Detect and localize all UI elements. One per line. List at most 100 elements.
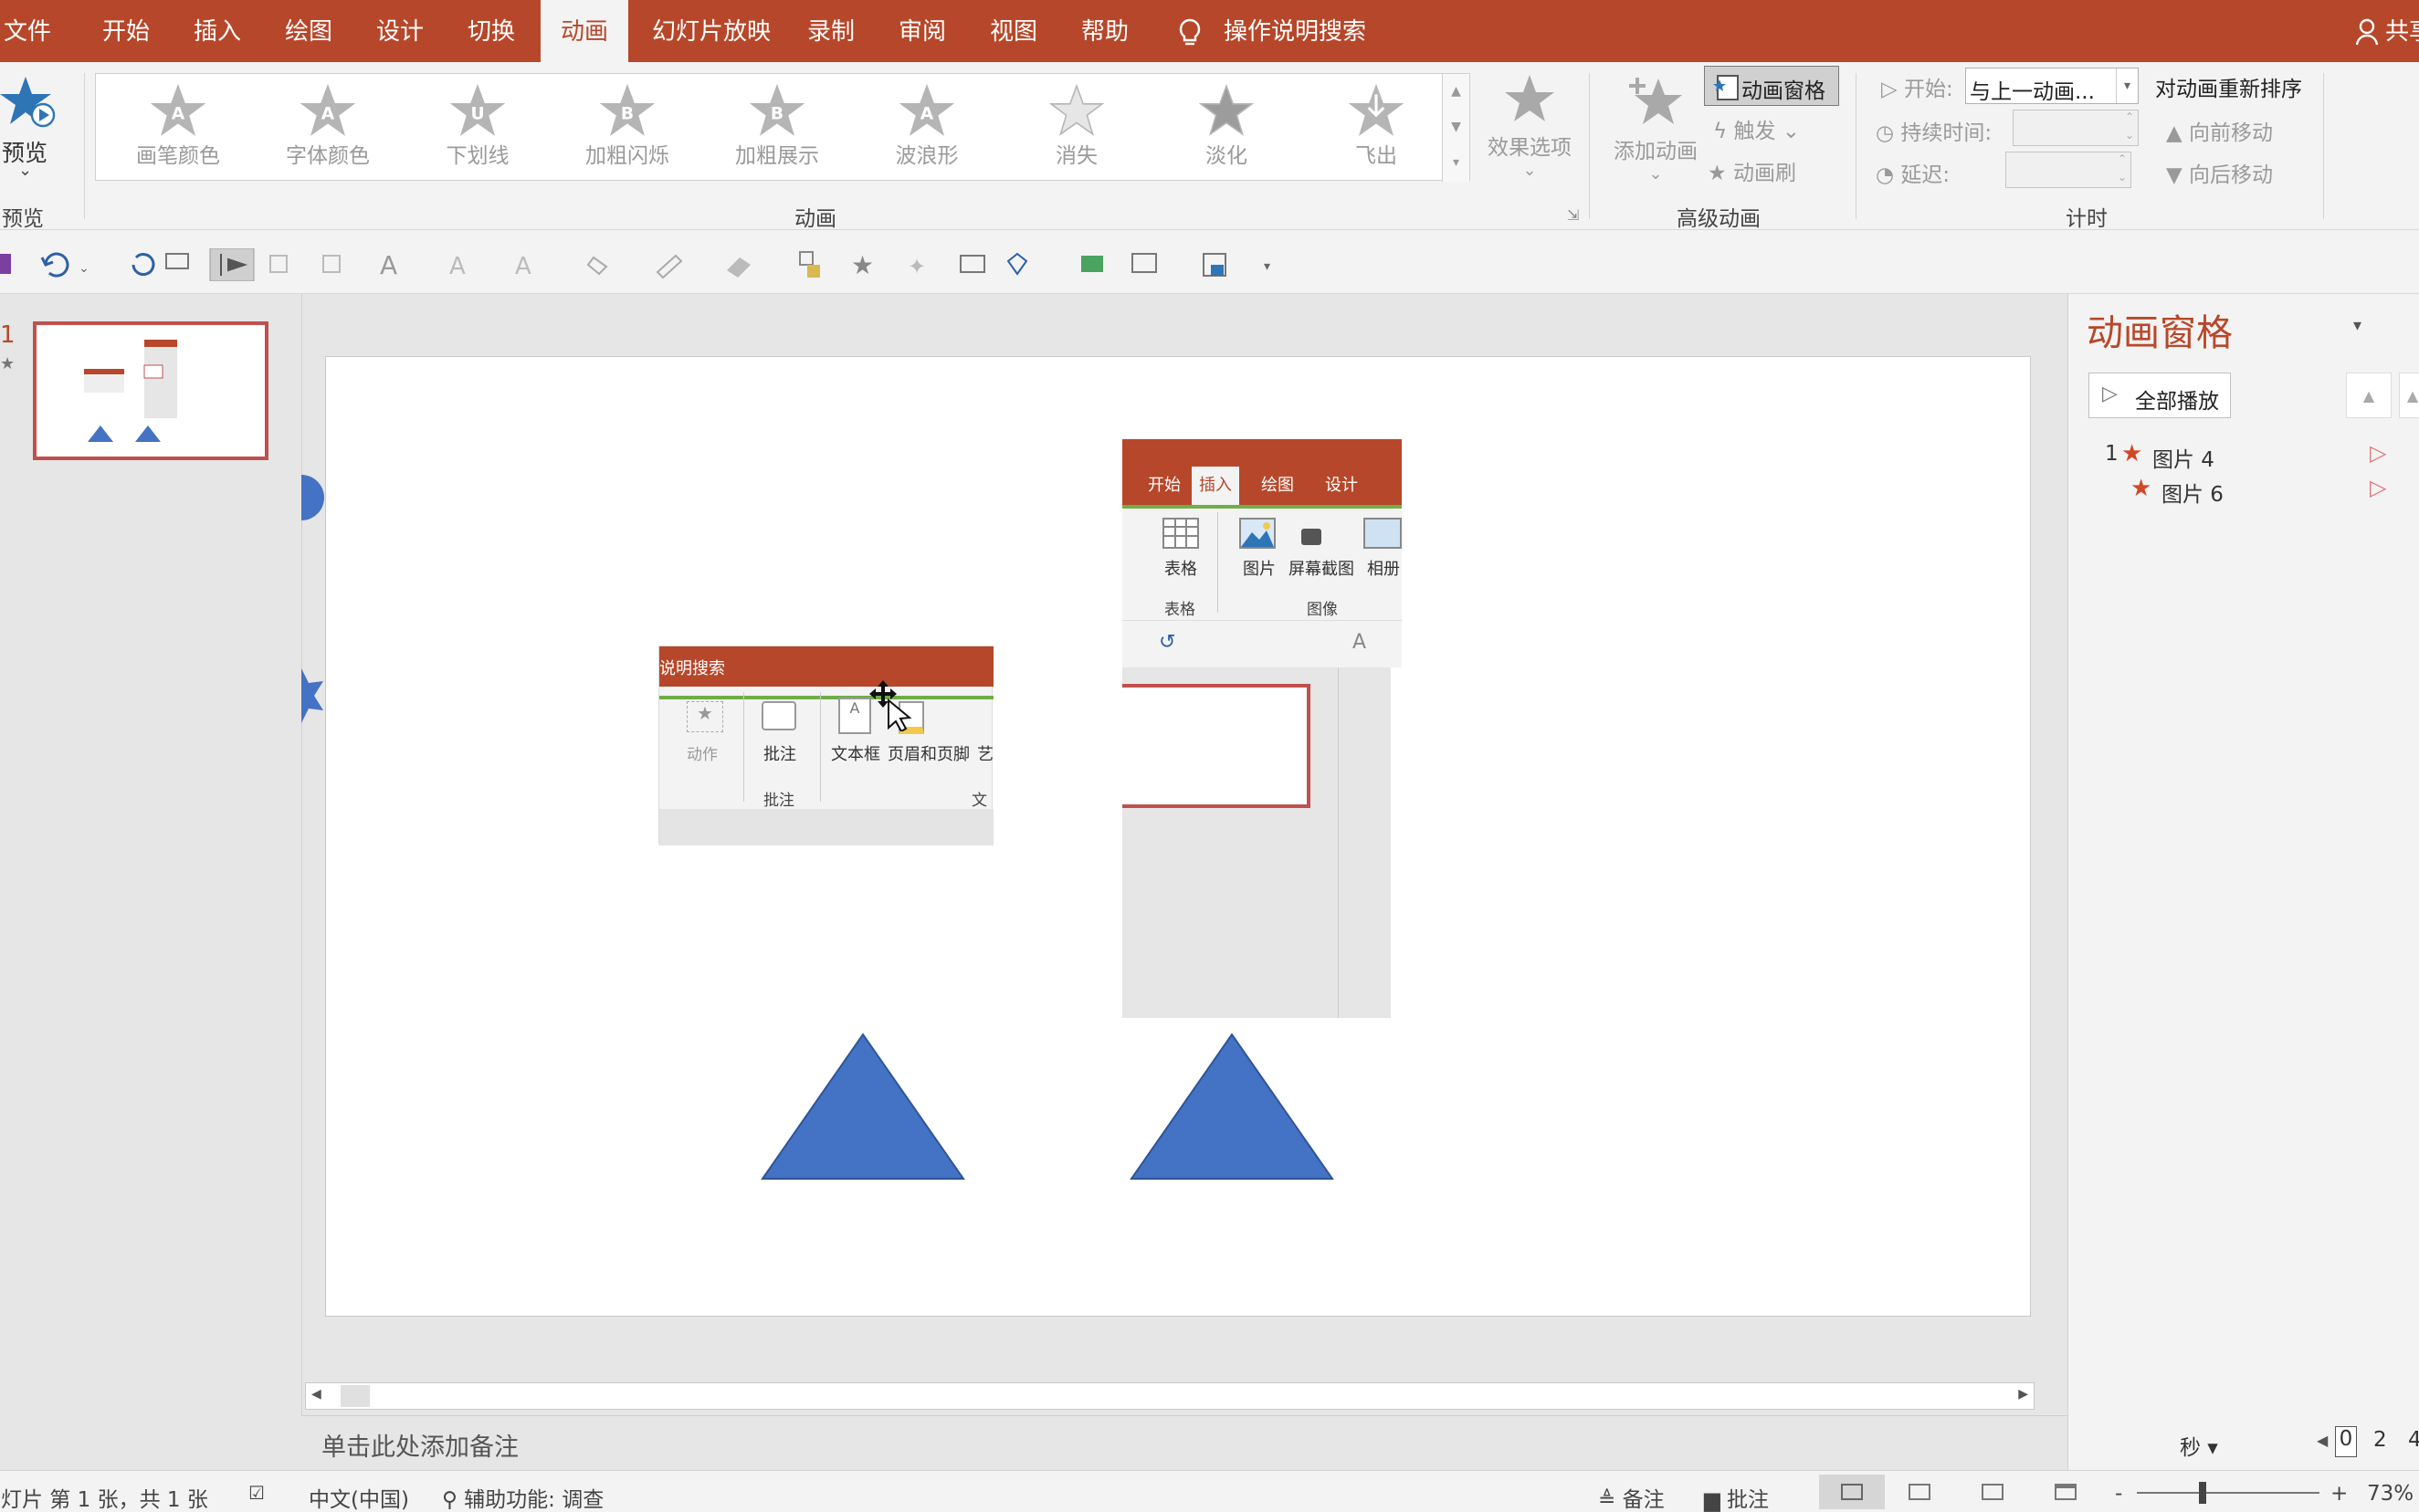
zoom-out-button[interactable]: - [2115, 1482, 2122, 1506]
gallery-item[interactable]: B 加粗闪烁 [554, 79, 700, 180]
move-up-icon[interactable]: ▲ [2346, 373, 2392, 418]
slide-canvas[interactable]: 说明搜索 ★ 动作 批注 A 文本框 页眉和页脚 艺 批注 文本 开始插入 绘图 设… [325, 356, 2031, 1317]
effect-options-star-icon [1505, 75, 1554, 121]
notes-pane[interactable]: 单击此处添加备注 [301, 1415, 2067, 1470]
tab-insert[interactable]: 插入 [194, 0, 241, 62]
gallery-item[interactable]: 消失 [1004, 79, 1150, 180]
tab-design[interactable]: 设计 [376, 0, 424, 62]
reading-view-icon[interactable] [1982, 1484, 2004, 1500]
spin-down-icon[interactable]: ⌄ [2118, 171, 2127, 184]
shot-textbox: 文本框 [831, 745, 880, 764]
animation-item[interactable]: ★ 图片 6 ▷ [2105, 475, 2415, 508]
tab-file[interactable]: 文件 [4, 0, 51, 62]
chevron-down-icon[interactable]: ▾ [2116, 68, 2138, 103]
animation-item-name: 图片 6 [2161, 483, 2224, 507]
preview-star-icon[interactable] [0, 75, 58, 130]
seconds-dropdown[interactable]: 秒 ▾ [2180, 1430, 2218, 1461]
clock-icon: ◷ [1876, 121, 1895, 145]
from-beginning-icon[interactable] [165, 253, 189, 269]
tab-view[interactable]: 视图 [990, 0, 1037, 62]
gallery-up-icon[interactable]: ▲ [1443, 74, 1469, 110]
powerpoint-window: 文件 开始 插入 绘图 设计 切换 动画 幻灯片放映 录制 审阅 视图 帮助 操… [0, 0, 2419, 1512]
svg-text:▾: ▾ [1264, 259, 1270, 274]
delay-spinner[interactable]: ⌃ ⌄ [2005, 152, 2131, 188]
gallery-item[interactable]: U 下划线 [405, 79, 551, 180]
duration-spinner[interactable]: ⌃ ⌄ [2013, 110, 2139, 146]
timeline-left-icon[interactable]: ◀ [2317, 1432, 2328, 1449]
gallery-more-icon[interactable]: ▾ [1443, 145, 1469, 181]
move-later-button[interactable]: ▼ 向后移动 [2166, 157, 2273, 188]
painter-star-icon: ★ [1708, 162, 1727, 185]
horizontal-scrollbar[interactable]: ◀ ▶ [305, 1382, 2035, 1410]
animation-item-name: 图片 4 [2152, 448, 2214, 472]
gallery-item-label: 飞出 [1355, 144, 1397, 168]
picture-left-screenshot[interactable]: 说明搜索 ★ 动作 批注 A 文本框 页眉和页脚 艺 批注 文本 [658, 646, 994, 845]
spin-up-icon[interactable]: ⌃ [2118, 152, 2127, 165]
gallery-item[interactable]: A 字体颜色 [255, 79, 401, 180]
gallery-item[interactable]: 飞出 [1303, 79, 1449, 180]
svg-text:⌄: ⌄ [79, 261, 89, 276]
pane-options-icon[interactable]: ▾ [2353, 316, 2361, 335]
spin-up-icon[interactable]: ⌃ [2125, 110, 2134, 123]
rshot-picture: 图片 [1243, 560, 1276, 579]
gallery-down-icon[interactable]: ▼ [1443, 110, 1469, 145]
spellcheck-icon[interactable]: ☑ [248, 1482, 265, 1504]
share-button[interactable]: 共享 [2385, 0, 2419, 62]
notes-button[interactable]: ≜ 备注 [1598, 1482, 1665, 1512]
chevron-down-icon: ⌄ [1648, 164, 1663, 184]
animation-item[interactable]: 1 ★ 图片 4 ▷ [2105, 440, 2415, 473]
slide-sorter-icon[interactable] [1909, 1484, 1930, 1500]
move-earlier-button[interactable]: ▲ 向前移动 [2166, 115, 2273, 146]
offslide-circle-shape[interactable] [301, 475, 325, 520]
gallery-item[interactable]: B 加粗展示 [704, 79, 850, 180]
accessibility-status[interactable]: ⚲ 辅助功能: 调查 [442, 1482, 604, 1512]
zoom-level[interactable]: 73% [2367, 1482, 2414, 1506]
scroll-thumb[interactable] [341, 1385, 370, 1407]
tab-animations[interactable]: 动画 [541, 0, 628, 62]
timeline-tick: 4 [2408, 1428, 2419, 1452]
triangle-shape-right[interactable] [1130, 1033, 1334, 1182]
gallery-item[interactable]: 淡化 [1153, 79, 1299, 180]
rshot-screenshot: 屏幕截图 [1288, 560, 1354, 579]
effect-options-button[interactable]: 效果选项 ⌄ [1479, 73, 1580, 183]
start-select[interactable]: 与上一动画... ▾ [1965, 68, 2139, 104]
animation-painter-button[interactable]: ★ 动画刷 [1708, 155, 1796, 186]
zoom-in-button[interactable]: + [2330, 1482, 2348, 1506]
album-icon [1363, 518, 1402, 549]
zoom-slider[interactable] [2137, 1492, 2319, 1494]
svg-text:B: B [771, 104, 784, 123]
tab-record[interactable]: 录制 [807, 0, 855, 62]
normal-view-button[interactable] [1819, 1475, 1885, 1509]
add-animation-button[interactable]: 添加动画 ⌄ [1605, 73, 1706, 192]
scroll-left-icon[interactable]: ◀ [311, 1387, 321, 1402]
scroll-right-icon[interactable]: ▶ [2018, 1387, 2028, 1402]
redo-icon[interactable] [131, 253, 155, 277]
slide-thumbnail[interactable] [33, 321, 268, 460]
gallery-item[interactable]: A 波浪形 [854, 79, 1000, 180]
zoom-slider-thumb[interactable] [2199, 1482, 2206, 1504]
picture-right-screenshot[interactable]: 开始 插入 绘图 设计 表格 图片 屏幕截图 相册 表格 图像 ↺ A [1122, 439, 1402, 1018]
tab-draw[interactable]: 绘图 [285, 0, 332, 62]
triangle-shape-left[interactable] [761, 1033, 965, 1182]
move-down-icon[interactable]: ▲ [2399, 373, 2419, 418]
save-icon[interactable] [0, 254, 11, 274]
tab-slideshow[interactable]: 幻灯片放映 [652, 0, 771, 62]
spin-down-icon[interactable]: ⌄ [2125, 129, 2134, 142]
gallery-scroll[interactable]: ▲ ▼ ▾ [1442, 74, 1469, 182]
tab-review[interactable]: 审阅 [899, 0, 946, 62]
animation-pane-button[interactable]: 动画窗格 [1704, 66, 1839, 106]
play-all-button[interactable]: ▷ 全部播放 [2088, 373, 2231, 418]
gallery-item[interactable]: A 画笔颜色 [105, 79, 251, 180]
notes-placeholder: 单击此处添加备注 [321, 1433, 519, 1462]
tab-home[interactable]: 开始 [102, 0, 150, 62]
tab-transitions[interactable]: 切换 [468, 0, 515, 62]
offslide-star-shape[interactable] [301, 668, 325, 723]
tab-help[interactable]: 帮助 [1081, 0, 1129, 62]
language-status[interactable]: 中文(中国) [309, 1482, 409, 1512]
slideshow-view-icon[interactable] [2055, 1484, 2077, 1500]
trigger-button[interactable]: ϟ 触发 ⌄ [1713, 113, 1800, 144]
comments-button[interactable]: ▆ 批注 [1704, 1482, 1769, 1512]
dialog-launcher-icon[interactable]: ⇲ [1567, 206, 1579, 224]
tell-me-search[interactable]: 操作说明搜索 [1224, 0, 1366, 62]
table-icon [1162, 518, 1199, 549]
